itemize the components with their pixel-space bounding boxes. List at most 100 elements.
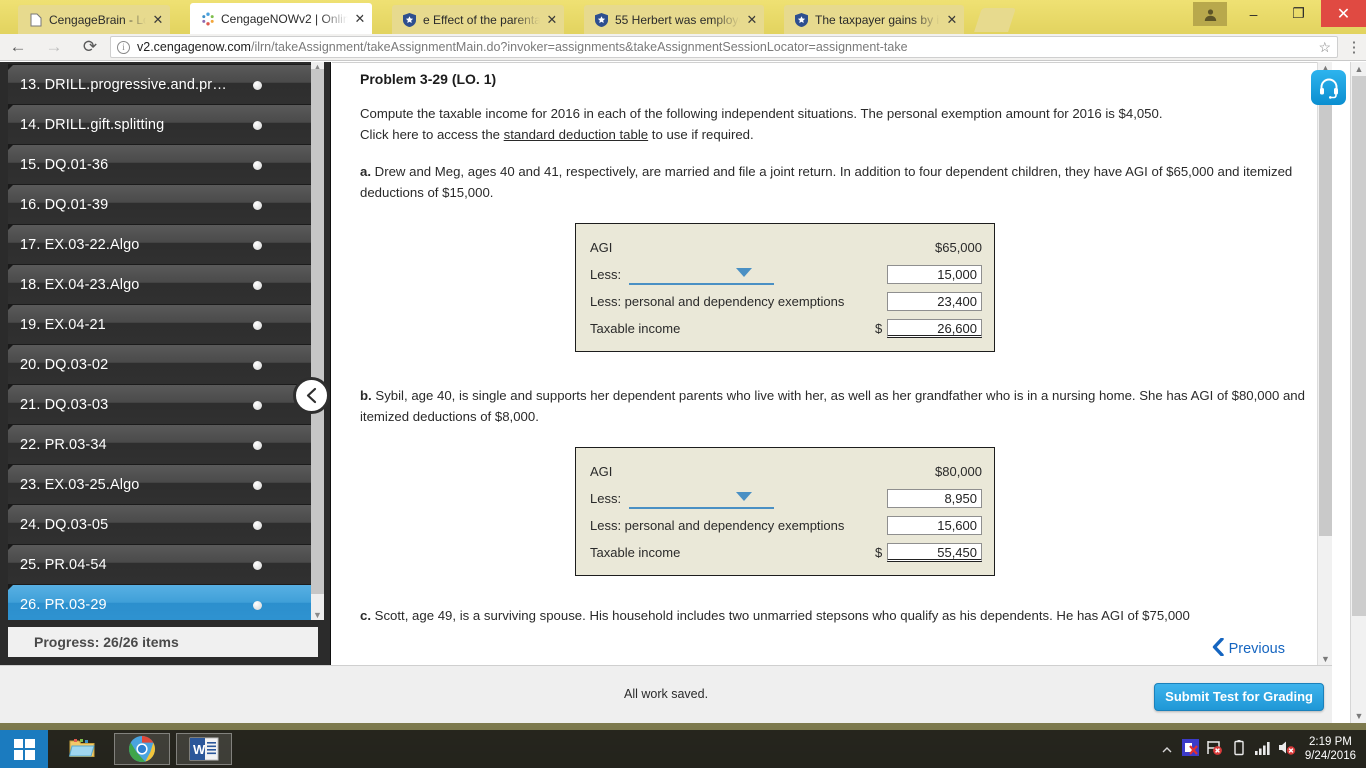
sidebar-item-19[interactable]: 19. EX.04-21 xyxy=(8,304,318,344)
table-row-taxable-income: Taxable income $ 26,600 xyxy=(590,315,982,342)
sidebar-item-25[interactable]: 25. PR.04-54 xyxy=(8,544,318,584)
submit-test-button[interactable]: Submit Test for Grading xyxy=(1154,683,1324,711)
minimize-button[interactable]: – xyxy=(1231,0,1276,27)
reload-icon[interactable]: ⟳ xyxy=(72,37,108,57)
start-button[interactable] xyxy=(0,730,48,768)
forward-icon[interactable]: → xyxy=(36,37,72,57)
close-icon[interactable]: ✕ xyxy=(944,12,960,28)
close-icon[interactable]: ✕ xyxy=(150,12,166,28)
dropbox-icon[interactable] xyxy=(1179,739,1203,759)
part-body: Drew and Meg, ages 40 and 41, respective… xyxy=(360,164,1293,200)
corner-fold xyxy=(8,64,14,70)
less-deduction-input[interactable]: 15,000 xyxy=(887,265,982,284)
taskbar-clock[interactable]: 2:19 PM 9/24/2016 xyxy=(1299,735,1366,763)
sidebar-item-label: 23. EX.03-25.Algo xyxy=(20,476,140,493)
problem-part-c-text: c. Scott, age 49, is a surviving spouse.… xyxy=(360,606,1308,627)
content-scroll-thumb[interactable] xyxy=(1319,74,1332,536)
sidebar-item-15[interactable]: 15. DQ.01-36 xyxy=(8,144,318,184)
content-scrollbar[interactable]: ▲ ▼ xyxy=(1317,62,1332,665)
currency-symbol: $ xyxy=(875,321,883,336)
flag-icon[interactable] xyxy=(1203,739,1227,759)
taskbar-item-microsoft-word[interactable]: W xyxy=(176,733,232,765)
show-hidden-icons-button[interactable] xyxy=(1155,742,1179,757)
sidebar-item-23[interactable]: 23. EX.03-25.Algo xyxy=(8,464,318,504)
less-deduction-input[interactable]: 8,950 xyxy=(887,489,982,508)
browser-tab-4[interactable]: The taxpayer gains by ite ✕ xyxy=(784,5,964,34)
sidebar-item-14[interactable]: 14. DRILL.gift.splitting xyxy=(8,104,318,144)
corner-fold xyxy=(8,544,14,550)
svg-text:W: W xyxy=(193,742,206,757)
scroll-down-icon[interactable]: ▼ xyxy=(311,610,324,620)
chrome-icon xyxy=(129,736,155,762)
deduction-type-dropdown[interactable] xyxy=(629,488,775,510)
collapse-sidebar-button[interactable] xyxy=(293,377,330,414)
taxable-income-input[interactable]: 55,450 xyxy=(887,543,982,562)
close-icon[interactable]: ✕ xyxy=(544,12,560,28)
browser-tab-2[interactable]: e Effect of the parental e ✕ xyxy=(392,5,564,34)
address-bar[interactable]: i v2.cengagenow.com/ilrn/takeAssignment/… xyxy=(110,36,1338,58)
sidebar-item-13[interactable]: 13. DRILL.progressive.and.pr… xyxy=(8,64,318,104)
maximize-button[interactable]: ❐ xyxy=(1276,0,1321,27)
scroll-up-icon[interactable]: ▲ xyxy=(1351,62,1366,76)
page-icon xyxy=(28,12,43,27)
volume-muted-icon[interactable] xyxy=(1275,739,1299,759)
sidebar-scroll-thumb[interactable] xyxy=(311,69,324,594)
exemptions-input[interactable]: 23,400 xyxy=(887,292,982,311)
support-chat-button[interactable] xyxy=(1311,70,1346,105)
chevron-left-icon xyxy=(1212,637,1224,659)
corner-fold xyxy=(8,464,14,470)
taxable-income-input[interactable]: 26,600 xyxy=(887,319,982,338)
new-tab-button[interactable] xyxy=(974,8,1016,32)
battery-icon[interactable] xyxy=(1227,739,1251,759)
intro-line-2-pre: Click here to access the xyxy=(360,126,504,142)
browser-tab-3[interactable]: 55 Herbert was employe ✕ xyxy=(584,5,764,34)
browser-tab-1[interactable]: CengageNOWv2 | Online ✕ xyxy=(190,3,372,34)
exemptions-label: Less: personal and dependency exemptions xyxy=(590,294,845,309)
close-icon[interactable]: ✕ xyxy=(352,11,368,27)
taskbar-item-file-explorer[interactable] xyxy=(54,733,110,765)
back-icon[interactable]: ← xyxy=(0,37,36,57)
scroll-down-icon[interactable]: ▼ xyxy=(1351,709,1366,723)
sidebar-item-24[interactable]: 24. DQ.03-05 xyxy=(8,504,318,544)
close-icon[interactable]: ✕ xyxy=(744,12,760,28)
clock-date: 9/24/2016 xyxy=(1304,750,1356,762)
scroll-down-icon[interactable]: ▼ xyxy=(1318,653,1332,665)
intro-line-1: Compute the taxable income for 2016 in e… xyxy=(360,106,1163,121)
bookmark-star-icon[interactable]: ☆ xyxy=(1310,39,1331,56)
browser-tab-0[interactable]: CengageBrain - Login or ✕ xyxy=(18,5,170,34)
page-scrollbar[interactable]: ▲ ▼ xyxy=(1350,62,1366,723)
deduction-type-dropdown[interactable] xyxy=(629,264,775,286)
sidebar-item-label: 25. PR.04-54 xyxy=(20,556,107,573)
taskbar-item-google-chrome[interactable] xyxy=(114,733,170,765)
chrome-menu-icon[interactable]: ⋮ xyxy=(1342,38,1366,56)
previous-label: Previous xyxy=(1228,640,1285,657)
network-signal-icon[interactable] xyxy=(1251,740,1275,759)
sidebar-item-16[interactable]: 16. DQ.01-39 xyxy=(8,184,318,224)
window-controls: – ❐ ✕ xyxy=(1193,0,1366,30)
assignment-item-list[interactable]: 13. DRILL.progressive.and.pr… 14. DRILL.… xyxy=(8,64,318,620)
sidebar-item-22[interactable]: 22. PR.03-34 xyxy=(8,424,318,464)
exemptions-input[interactable]: 15,600 xyxy=(887,516,982,535)
exemptions-label: Less: personal and dependency exemptions xyxy=(590,518,845,533)
url-path: /ilrn/takeAssignment/takeAssignmentMain.… xyxy=(250,40,908,54)
sidebar-item-17[interactable]: 17. EX.03-22.Algo xyxy=(8,224,318,264)
browser-tab-label: CengageBrain - Login or xyxy=(49,12,146,27)
sidebar-item-20[interactable]: 20. DQ.03-02 xyxy=(8,344,318,384)
browser-tabstrip: CengageBrain - Login or ✕ CengageNOWv2 |… xyxy=(0,0,1366,34)
chevron-up-icon xyxy=(1162,746,1172,752)
sidebar-item-26[interactable]: 26. PR.03-29 xyxy=(8,584,318,620)
less-label: Less: xyxy=(590,491,622,506)
sidebar-item-label: 18. EX.04-23.Algo xyxy=(20,276,140,293)
close-window-button[interactable]: ✕ xyxy=(1321,0,1366,27)
page-info-icon[interactable]: i xyxy=(117,40,130,54)
page-scroll-thumb[interactable] xyxy=(1352,76,1366,616)
standard-deduction-table-link[interactable]: standard deduction table xyxy=(504,127,648,142)
user-profile-icon[interactable] xyxy=(1193,2,1227,26)
save-status: All work saved. xyxy=(624,687,709,701)
agi-label: AGI xyxy=(590,464,613,479)
previous-button[interactable]: Previous xyxy=(1212,637,1285,659)
sidebar-item-18[interactable]: 18. EX.04-23.Algo xyxy=(8,264,318,304)
agi-label: AGI xyxy=(590,240,613,255)
sidebar-scrollbar[interactable]: ▲ ▼ xyxy=(311,62,324,620)
sidebar-item-21[interactable]: 21. DQ.03-03 xyxy=(8,384,318,424)
